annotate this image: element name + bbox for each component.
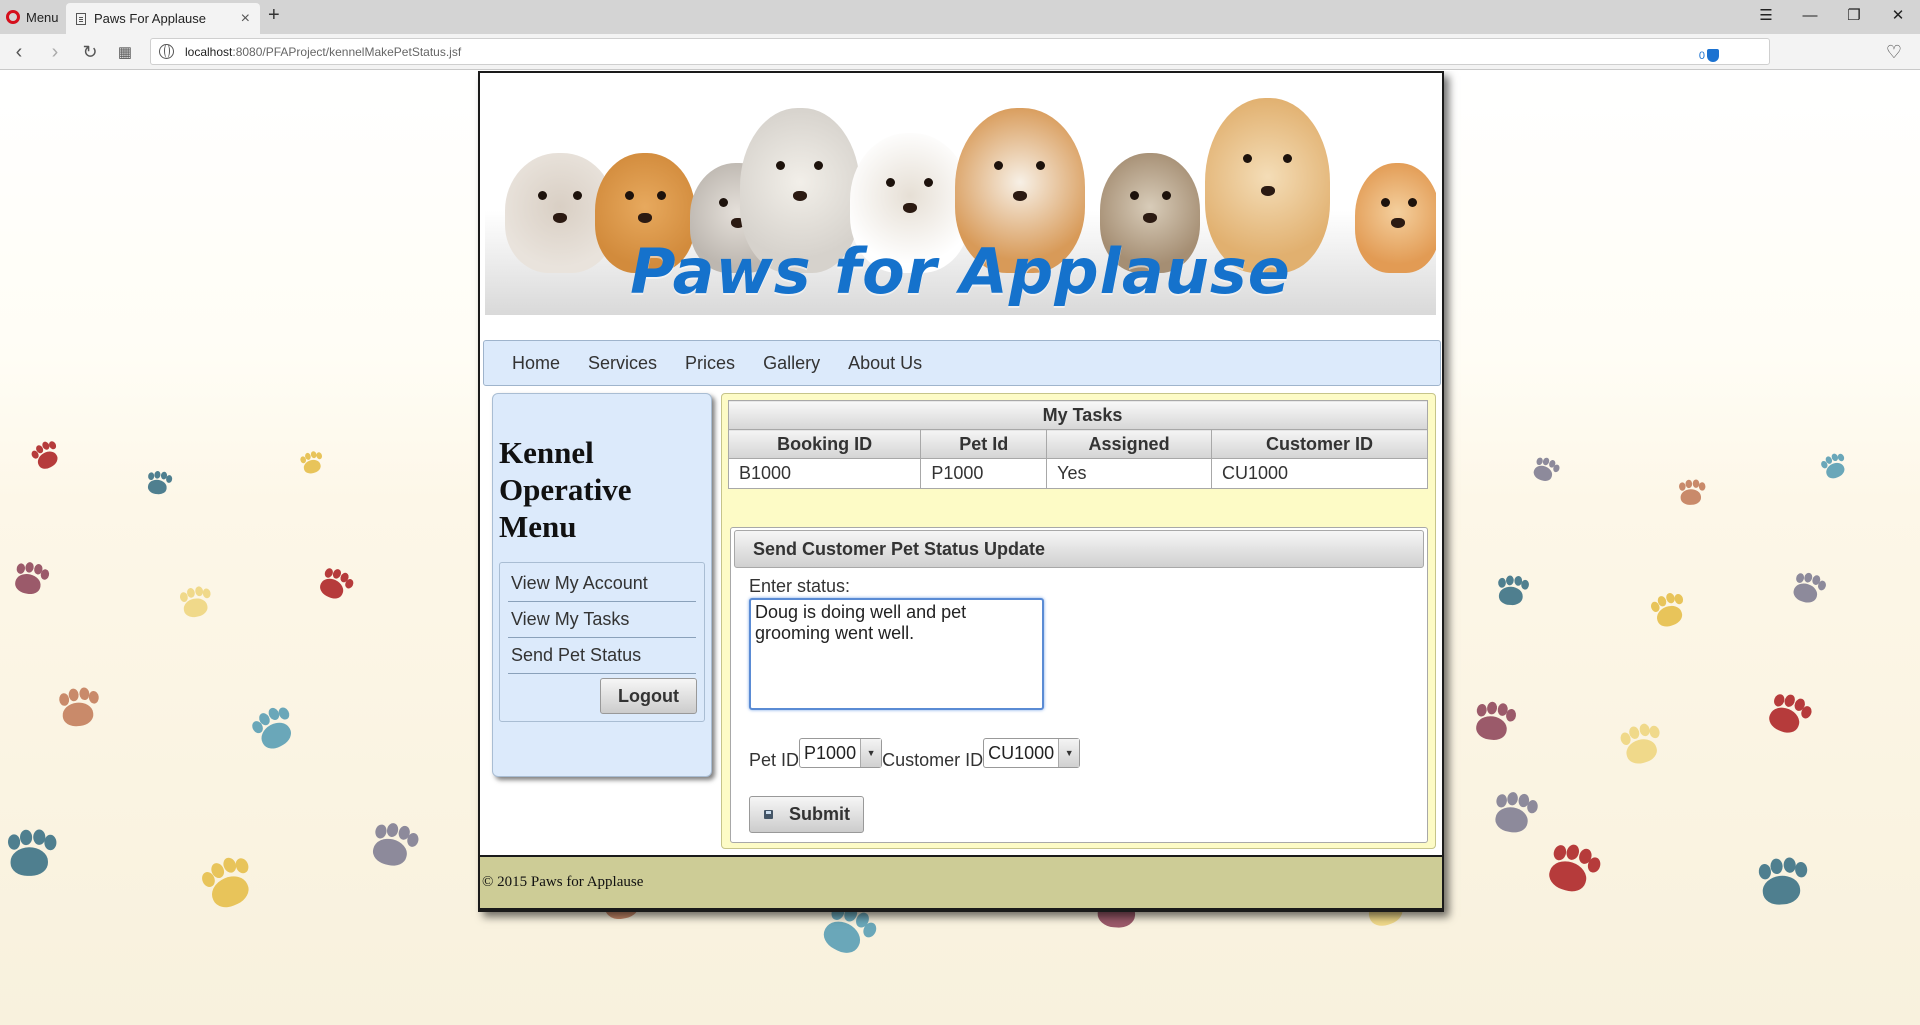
close-window-icon[interactable]: ✕ [1876,0,1920,30]
column-header-customer-id: Customer ID [1211,429,1428,459]
sidebar-title: Kennel Operative Menu [499,435,632,544]
status-textarea[interactable]: Doug is doing well and pet grooming went… [749,598,1044,710]
adblock-badge[interactable]: 0 [1699,49,1719,62]
column-header-pet-id: Pet Id [920,429,1048,459]
site-container: Paws for Applause Home Services Prices G… [478,71,1444,912]
heart-icon[interactable]: ♡ [1886,42,1902,63]
pet-status-header: Send Customer Pet Status Update [734,530,1424,568]
column-header-assigned: Assigned [1046,429,1213,459]
table-row: B1000 P1000 Yes CU1000 [727,458,1428,489]
address-bar: ‹ › ↻ ▦ localhost:8080/PFAProject/kennel… [0,34,1920,70]
logout-button[interactable]: Logout [600,678,697,714]
tasks-table: My Tasks Booking ID Pet Id Assigned Cust… [727,400,1428,489]
status-label: Enter status: [749,576,851,596]
pet-id-value: P1000 [800,739,862,767]
page-viewport: Paws for Applause Home Services Prices G… [0,71,1920,1025]
opera-logo-icon [6,10,20,24]
sidebar-item-send-pet-status[interactable]: Send Pet Status [508,638,696,674]
footer-copyright: © 2015 Paws for Applause [482,874,644,890]
banner-title: Paws for Applause [630,235,1291,308]
speed-dial-icon[interactable]: ▦ [112,40,138,64]
sidebar-item-view-account[interactable]: View My Account [508,566,696,602]
forward-icon[interactable]: › [42,40,68,64]
minimize-icon[interactable]: — [1788,0,1832,30]
nav-home[interactable]: Home [498,353,574,374]
opera-menu-label: Menu [26,9,59,25]
sidebar-menu: View My Account View My Tasks Send Pet S… [499,562,705,722]
nav-prices[interactable]: Prices [671,353,749,374]
window-controls: ☰ — ❐ ✕ [1744,0,1920,30]
site-footer: © 2015 Paws for Applause [480,855,1442,910]
url-host: localhost [185,44,233,59]
url-path: :8080/PFAProject/kennelMakePetStatus.jsf [232,44,462,59]
reload-icon[interactable]: ↻ [77,40,103,64]
main-nav: Home Services Prices Gallery About Us [483,340,1441,386]
submit-button[interactable]: Submit [749,796,864,833]
nav-gallery[interactable]: Gallery [749,353,834,374]
pet-status-panel: Send Customer Pet Status Update Enter st… [730,527,1428,843]
cell-booking-id: B1000 [727,458,922,489]
cell-customer-id: CU1000 [1211,458,1428,489]
customer-id-select[interactable]: CU1000 ▼ [983,738,1081,768]
tab-menu-icon[interactable]: ☰ [1744,0,1788,30]
nav-services[interactable]: Services [574,353,671,374]
cell-pet-id: P1000 [920,458,1048,489]
site-banner: Paws for Applause [485,83,1436,315]
submit-label: Submit [789,804,850,824]
nav-about-us[interactable]: About Us [834,353,936,374]
shield-icon [1707,49,1719,62]
main-content: My Tasks Booking ID Pet Id Assigned Cust… [721,393,1436,849]
kennel-sidebar: Kennel Operative Menu View My Account Vi… [492,393,712,777]
tasks-caption: My Tasks [728,400,1428,430]
restore-icon[interactable]: ❐ [1832,0,1876,30]
save-disk-icon [764,810,773,819]
page-icon [76,12,86,25]
browser-tab[interactable]: Paws For Applause × [66,3,260,34]
close-tab-icon[interactable]: × [241,10,250,28]
id-selection-row: Pet ID P1000 ▼ Customer ID CU1000 ▼ [749,738,1081,771]
pet-id-label: Pet ID [749,750,800,770]
url-input[interactable]: localhost:8080/PFAProject/kennelMakePetS… [150,38,1770,65]
new-tab-icon[interactable]: + [268,4,280,27]
cell-assigned: Yes [1046,458,1213,489]
tab-title: Paws For Applause [94,11,207,26]
chevron-down-icon: ▼ [1059,739,1080,767]
column-header-booking-id: Booking ID [727,429,922,459]
adblock-count: 0 [1698,49,1705,62]
opera-menu-button[interactable]: Menu [6,6,59,28]
pet-id-select[interactable]: P1000 ▼ [799,738,883,768]
globe-icon [159,44,174,59]
chevron-down-icon: ▼ [861,739,882,767]
sidebar-item-view-tasks[interactable]: View My Tasks [508,602,696,638]
browser-tab-bar: Menu Paws For Applause × + ☰ — ❐ ✕ [0,0,1920,34]
customer-id-value: CU1000 [984,739,1060,767]
back-icon[interactable]: ‹ [6,40,32,64]
customer-id-label: Customer ID [882,750,984,770]
